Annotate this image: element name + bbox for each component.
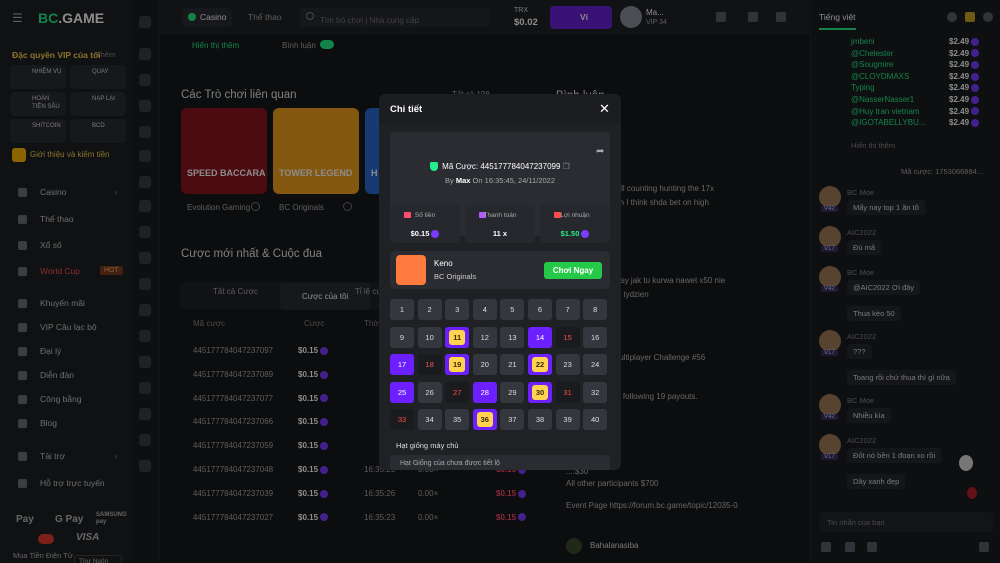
keno-cell: 24: [583, 354, 608, 375]
keno-cell: 3: [445, 299, 470, 320]
keno-cell: 17: [390, 354, 414, 375]
keno-cell: 1: [390, 299, 414, 320]
keno-cell: 11: [445, 326, 470, 348]
keno-number: 30: [532, 384, 548, 400]
copy-icon[interactable]: ❐: [563, 162, 570, 171]
keno-cell: 37: [500, 409, 525, 430]
keno-cell: 33: [390, 409, 414, 430]
keno-cell: 20: [472, 354, 497, 375]
keno-cell: 40: [583, 409, 608, 430]
stat-value: $0.15: [390, 229, 460, 239]
keno-thumbnail[interactable]: [396, 255, 426, 285]
keno-cell: 26: [417, 381, 442, 403]
keno-cell: 18: [417, 354, 442, 375]
modal-title: Chi tiết: [390, 104, 423, 115]
keno-cell: 10: [417, 326, 442, 348]
keno-cell: 30: [528, 381, 552, 403]
keno-cell: 32: [583, 381, 608, 403]
keno-cell: 8: [583, 299, 608, 320]
close-icon[interactable]: ✕: [599, 101, 610, 117]
keno-cell: 19: [445, 354, 470, 375]
keno-number: 22: [532, 357, 548, 372]
game-provider: BC Originals: [434, 272, 477, 281]
keno-number: 36: [476, 412, 493, 427]
keno-cell: 36: [472, 409, 497, 430]
keno-cell: 22: [528, 354, 552, 375]
stat-value-text: $1.50: [560, 229, 580, 238]
game-row: Keno BC Originals Chơi Ngay: [390, 251, 610, 289]
keno-number: 11: [449, 329, 466, 345]
coin-icon: [581, 230, 590, 239]
stat-value: 11 x: [465, 229, 535, 238]
modal-header: Chi tiết ✕: [379, 94, 621, 124]
keno-cell: 5: [500, 299, 525, 320]
bet-id[interactable]: 445177784047237099: [480, 162, 560, 171]
keno-cell: 13: [500, 326, 525, 348]
keno-cell: 38: [528, 409, 552, 430]
bet-user[interactable]: Max: [456, 176, 471, 185]
keno-cell: 9: [390, 326, 414, 348]
keno-number: 19: [449, 357, 466, 372]
keno-cell: 39: [555, 409, 580, 430]
share-icon[interactable]: ➦: [596, 146, 604, 157]
stat-box: Số tiền $0.15: [390, 205, 460, 243]
stat-value-text: 11 x: [492, 229, 508, 238]
game-name: Keno: [434, 259, 453, 268]
keno-cell: 27: [445, 381, 470, 403]
stat-label: Thanh toán: [483, 212, 517, 219]
bet-datetime: 16:35:45, 24/11/2022: [484, 176, 555, 185]
keno-cell: 6: [528, 299, 552, 320]
keno-cell: 21: [500, 354, 525, 375]
keno-cell: 16: [583, 326, 608, 348]
stat-value-text: $0.15: [410, 229, 430, 238]
bet-by-line: By Max On 16:35:45, 24/11/2022: [445, 176, 555, 185]
keno-cell: 7: [555, 299, 580, 320]
stat-label: Số tiền: [414, 212, 436, 219]
bet-detail-modal: Chi tiết ✕ ➦ Mã Cược: 445177784047237099…: [379, 94, 621, 470]
keno-cell: 15: [555, 326, 580, 348]
keno-cell: 28: [472, 381, 497, 403]
keno-cell: 29: [500, 381, 525, 403]
keno-cell: 31: [555, 381, 580, 403]
keno-cell: 25: [390, 381, 414, 403]
keno-cell: 23: [555, 354, 580, 375]
play-now-button[interactable]: Chơi Ngay: [544, 262, 602, 279]
shield-icon: [430, 162, 439, 172]
keno-cell: 4: [472, 299, 497, 320]
keno-cell: 2: [417, 299, 442, 320]
keno-cell: 12: [472, 326, 497, 348]
keno-cell: 14: [528, 326, 552, 348]
coin-icon: [431, 230, 440, 239]
stat-value: $1.50: [540, 229, 610, 239]
keno-cell: 34: [417, 409, 442, 430]
stat-label: Lợi nhuận: [560, 212, 590, 219]
server-seed-value: Hạt Giống của chưa được tiết lộ: [390, 455, 610, 470]
stat-box: Thanh toán 11 x: [465, 205, 535, 243]
bet-id-line: Mã Cược: 445177784047237099 ❐: [390, 162, 610, 172]
server-seed-label: Hạt giống máy chủ: [396, 441, 459, 450]
keno-cell: 35: [445, 409, 470, 430]
stat-box: Lợi nhuận $1.50: [540, 205, 610, 243]
